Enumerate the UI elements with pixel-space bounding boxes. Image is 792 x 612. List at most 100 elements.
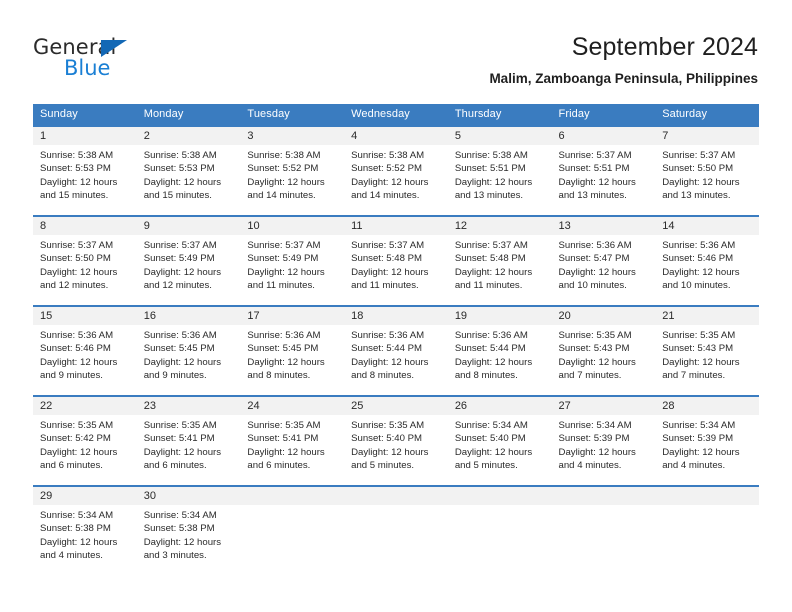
- daylight-text-line1: Daylight: 12 hours: [454, 266, 533, 278]
- calendar-day-cell[interactable]: 21 Sunrise: 5:35 AM Sunset: 5:43 PM Dayligh…: [655, 305, 759, 396]
- sunset-text: Sunset: 5:50 PM: [40, 253, 111, 265]
- calendar-day-cell[interactable]: 8 Sunrise: 5:37 AM Sunset: 5:50 PM Daylight…: [33, 215, 137, 306]
- sunrise-text: Sunrise: 5:35 AM: [558, 330, 632, 341]
- daylight-text-line2: and 11 minutes.: [454, 280, 523, 292]
- day-cell-inner: 11 Sunrise: 5:37 AM Sunset: 5:48 PM Dayligh…: [344, 217, 448, 305]
- calendar-day-cell[interactable]: 28 Sunrise: 5:34 AM Sunset: 5:39 PM Dayligh…: [655, 395, 759, 486]
- calendar-day-cell[interactable]: 27 Sunrise: 5:34 AM Sunset: 5:39 PM Dayligh…: [551, 395, 656, 486]
- calendar-day-cell[interactable]: 12 Sunrise: 5:37 AM Sunset: 5:48 PM Dayligh…: [447, 215, 552, 306]
- daylight-text-line2: and 15 minutes.: [143, 190, 212, 202]
- daylight-text-line1: Daylight: 12 hours: [40, 536, 118, 548]
- sunrise-text: Sunrise: 5:35 AM: [40, 420, 114, 431]
- sunset-text: Sunset: 5:53 PM: [40, 163, 111, 175]
- general-blue-logo[interactable]: General Blue: [33, 36, 213, 82]
- calendar-day-cell[interactable]: 2 Sunrise: 5:38 AM Sunset: 5:53 PM Daylight…: [136, 125, 241, 216]
- calendar-day-cell[interactable]: 16 Sunrise: 5:36 AM Sunset: 5:45 PM Dayligh…: [136, 305, 241, 396]
- daylight-text-line2: and 4 minutes.: [662, 460, 726, 472]
- calendar-day-cell[interactable]: 25 Sunrise: 5:35 AM Sunset: 5:40 PM Dayligh…: [344, 395, 448, 486]
- calendar-day-cell[interactable]: 17 Sunrise: 5:36 AM Sunset: 5:45 PM Dayligh…: [240, 305, 345, 396]
- calendar-day-cell[interactable]: 22 Sunrise: 5:35 AM Sunset: 5:42 PM Dayligh…: [33, 395, 137, 486]
- day-number: 5: [447, 127, 552, 145]
- day-cell-inner: 4 Sunrise: 5:38 AM Sunset: 5:52 PM Daylight…: [344, 127, 448, 215]
- day-number: 10: [240, 217, 345, 235]
- day-cell-inner: 5 Sunrise: 5:38 AM Sunset: 5:51 PM Daylight…: [447, 127, 552, 215]
- daylight-text-line2: and 9 minutes.: [40, 370, 103, 382]
- day-details: Sunrise: 5:38 AM Sunset: 5:53 PM Daylight:…: [33, 145, 137, 203]
- calendar-day-cell[interactable]: 20 Sunrise: 5:35 AM Sunset: 5:43 PM Dayligh…: [551, 305, 656, 396]
- sunrise-text: Sunrise: 5:38 AM: [454, 150, 528, 161]
- day-details: Sunrise: 5:37 AM Sunset: 5:49 PM Daylight:…: [240, 235, 344, 293]
- day-details: Sunrise: 5:37 AM Sunset: 5:50 PM Daylight:…: [33, 235, 137, 293]
- calendar-empty-cell: [551, 485, 656, 575]
- day-details: Sunrise: 5:35 AM Sunset: 5:43 PM Daylight:…: [655, 325, 759, 383]
- sunset-text: Sunset: 5:46 PM: [662, 253, 734, 265]
- day-cell-inner: [655, 487, 759, 575]
- sunrise-text: Sunrise: 5:34 AM: [662, 420, 736, 431]
- daylight-text-line2: and 13 minutes.: [662, 190, 731, 202]
- calendar-day-cell[interactable]: 9 Sunrise: 5:37 AM Sunset: 5:49 PM Daylight…: [136, 215, 241, 306]
- calendar-day-cell[interactable]: 24 Sunrise: 5:35 AM Sunset: 5:41 PM Dayligh…: [240, 395, 345, 486]
- day-cell-inner: 25 Sunrise: 5:35 AM Sunset: 5:40 PM Dayligh…: [344, 397, 448, 485]
- calendar-day-cell[interactable]: 13 Sunrise: 5:36 AM Sunset: 5:47 PM Dayligh…: [551, 215, 656, 306]
- daylight-text-line2: and 15 minutes.: [40, 190, 109, 202]
- calendar-day-cell[interactable]: 19 Sunrise: 5:36 AM Sunset: 5:44 PM Dayligh…: [447, 305, 552, 396]
- day-number: 20: [551, 307, 656, 325]
- calendar-day-cell[interactable]: 10 Sunrise: 5:37 AM Sunset: 5:49 PM Dayligh…: [240, 215, 345, 306]
- sunset-text: Sunset: 5:49 PM: [143, 253, 215, 265]
- calendar-day-cell[interactable]: 29 Sunrise: 5:34 AM Sunset: 5:38 PM Dayligh…: [33, 485, 137, 575]
- calendar-day-cell[interactable]: 3 Sunrise: 5:38 AM Sunset: 5:52 PM Daylight…: [240, 125, 345, 216]
- daylight-text-line1: Daylight: 12 hours: [143, 356, 222, 368]
- calendar-day-cell[interactable]: 14 Sunrise: 5:36 AM Sunset: 5:46 PM Dayligh…: [655, 215, 759, 306]
- sunrise-text: Sunrise: 5:38 AM: [40, 150, 114, 161]
- day-details: Sunrise: 5:35 AM Sunset: 5:41 PM Daylight:…: [240, 415, 344, 473]
- calendar-day-cell[interactable]: 11 Sunrise: 5:37 AM Sunset: 5:48 PM Dayligh…: [344, 215, 448, 306]
- day-number: [447, 487, 552, 505]
- sunrise-text: Sunrise: 5:36 AM: [40, 330, 114, 341]
- calendar-day-cell[interactable]: 15 Sunrise: 5:36 AM Sunset: 5:46 PM Dayligh…: [33, 305, 137, 396]
- day-number: 7: [655, 127, 759, 145]
- calendar-day-cell[interactable]: 30 Sunrise: 5:34 AM Sunset: 5:38 PM Dayligh…: [136, 485, 241, 575]
- day-details: Sunrise: 5:35 AM Sunset: 5:42 PM Daylight:…: [33, 415, 137, 473]
- calendar-day-cell[interactable]: 7 Sunrise: 5:37 AM Sunset: 5:50 PM Daylight…: [655, 125, 759, 216]
- sunrise-text: Sunrise: 5:35 AM: [351, 420, 425, 431]
- daylight-text-line2: and 13 minutes.: [558, 190, 627, 202]
- calendar-day-cell[interactable]: 5 Sunrise: 5:38 AM Sunset: 5:51 PM Daylight…: [447, 125, 552, 216]
- day-cell-inner: 3 Sunrise: 5:38 AM Sunset: 5:52 PM Daylight…: [240, 127, 345, 215]
- sunset-text: Sunset: 5:41 PM: [247, 433, 319, 445]
- daylight-text-line2: and 10 minutes.: [662, 280, 731, 292]
- sunrise-text: Sunrise: 5:34 AM: [143, 510, 217, 521]
- daylight-text-line1: Daylight: 12 hours: [351, 446, 429, 458]
- day-cell-inner: 17 Sunrise: 5:36 AM Sunset: 5:45 PM Dayligh…: [240, 307, 345, 395]
- calendar-day-cell[interactable]: 23 Sunrise: 5:35 AM Sunset: 5:41 PM Dayligh…: [136, 395, 241, 486]
- daylight-text-line1: Daylight: 12 hours: [247, 266, 325, 278]
- calendar-day-cell[interactable]: 6 Sunrise: 5:37 AM Sunset: 5:51 PM Daylight…: [551, 125, 656, 216]
- sunrise-text: Sunrise: 5:37 AM: [351, 240, 425, 251]
- sunset-text: Sunset: 5:38 PM: [143, 523, 215, 535]
- calendar-day-cell[interactable]: 26 Sunrise: 5:34 AM Sunset: 5:40 PM Dayligh…: [447, 395, 552, 486]
- daylight-text-line2: and 7 minutes.: [662, 370, 726, 382]
- daylight-text-line1: Daylight: 12 hours: [558, 176, 636, 188]
- calendar-day-cell[interactable]: 4 Sunrise: 5:38 AM Sunset: 5:52 PM Daylight…: [344, 125, 448, 216]
- sunrise-text: Sunrise: 5:37 AM: [247, 240, 321, 251]
- sunrise-text: Sunrise: 5:37 AM: [662, 150, 736, 161]
- day-cell-inner: 12 Sunrise: 5:37 AM Sunset: 5:48 PM Dayligh…: [447, 217, 552, 305]
- page-subtitle: Malim, Zamboanga Peninsula, Philippines: [489, 71, 758, 86]
- weekday-header-row: Sunday Monday Tuesday Wednesday Thursday…: [33, 104, 759, 126]
- day-cell-inner: 19 Sunrise: 5:36 AM Sunset: 5:44 PM Dayligh…: [447, 307, 552, 395]
- sunrise-text: Sunrise: 5:36 AM: [143, 330, 217, 341]
- sunrise-text: Sunrise: 5:36 AM: [351, 330, 425, 341]
- daylight-text-line1: Daylight: 12 hours: [662, 176, 740, 188]
- calendar-day-cell[interactable]: 18 Sunrise: 5:36 AM Sunset: 5:44 PM Dayligh…: [344, 305, 448, 396]
- sunrise-text: Sunrise: 5:35 AM: [247, 420, 321, 431]
- daylight-text-line1: Daylight: 12 hours: [40, 266, 118, 278]
- day-cell-inner: 22 Sunrise: 5:35 AM Sunset: 5:42 PM Dayligh…: [33, 397, 137, 485]
- daylight-text-line2: and 4 minutes.: [40, 550, 103, 562]
- daylight-text-line1: Daylight: 12 hours: [247, 356, 325, 368]
- day-number: 11: [344, 217, 448, 235]
- sunset-text: Sunset: 5:51 PM: [558, 163, 630, 175]
- logo-text-blue: Blue: [64, 56, 111, 80]
- sunset-text: Sunset: 5:45 PM: [247, 343, 319, 355]
- calendar-day-cell[interactable]: 1 Sunrise: 5:38 AM Sunset: 5:53 PM Daylight…: [33, 125, 137, 216]
- daylight-text-line1: Daylight: 12 hours: [351, 176, 429, 188]
- day-number: 30: [136, 487, 241, 505]
